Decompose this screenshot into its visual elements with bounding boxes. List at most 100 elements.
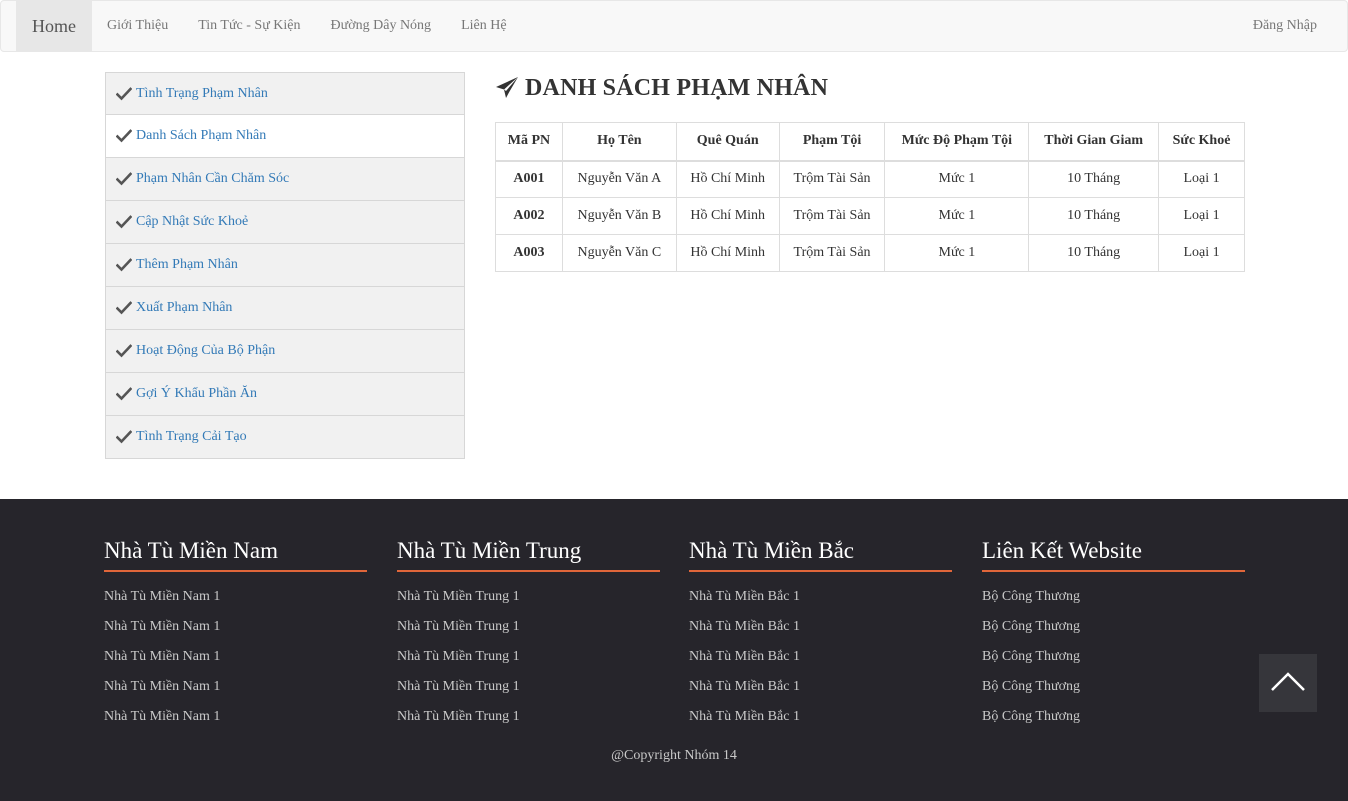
- cell-thoi-gian: 10 Tháng: [1028, 234, 1160, 272]
- footer-link-list: Nhà Tù Miền Trung 1 Nhà Tù Miền Trung 1 …: [397, 588, 660, 738]
- cell-muc-do: Mức 1: [884, 160, 1030, 198]
- back-to-top-button[interactable]: [1259, 654, 1317, 712]
- cell-ho-ten: Nguyễn Văn A: [561, 160, 677, 198]
- sidebar-item-cap-nhat-suc-khoe[interactable]: Cập Nhật Sức Khoẻ: [105, 201, 465, 244]
- check-icon: [116, 343, 132, 359]
- sidebar-item-label: Tình Trạng Cải Tạo: [136, 429, 247, 444]
- check-icon: [116, 300, 132, 316]
- cell-thoi-gian: 10 Tháng: [1028, 160, 1160, 198]
- copyright-text: @Copyright Nhóm 14: [611, 748, 737, 763]
- cell-ma-pn: A001: [495, 160, 563, 198]
- sidebar-item-label: Hoạt Động Của Bộ Phận: [136, 343, 276, 358]
- footer-link[interactable]: Bộ Công Thương: [982, 618, 1245, 648]
- footer-link[interactable]: Nhà Tù Miền Trung 1: [397, 588, 660, 618]
- sidebar-item-danh-sach-pham-nhan[interactable]: Danh Sách Phạm Nhân: [105, 115, 465, 158]
- paper-plane-icon: [495, 76, 519, 100]
- column-header-ho-ten: Họ Tên: [561, 122, 677, 162]
- cell-que-quan: Hồ Chí Minh: [675, 197, 780, 235]
- column-header-thoi-gian-giam: Thời Gian Giam: [1028, 122, 1160, 162]
- footer-link[interactable]: Nhà Tù Miền Trung 1: [397, 678, 660, 708]
- footer-link[interactable]: Nhà Tù Miền Trung 1: [397, 648, 660, 678]
- cell-pham-toi: Trộm Tài Sản: [778, 234, 886, 272]
- cell-pham-toi: Trộm Tài Sản: [778, 160, 886, 198]
- nav-item-lien-he[interactable]: Liên Hệ: [446, 1, 521, 51]
- footer-link[interactable]: Nhà Tù Miền Bắc 1: [689, 678, 952, 708]
- table-row: A002 Nguyễn Văn B Hồ Chí Minh Trộm Tài S…: [495, 197, 1245, 235]
- footer-column-title: Liên Kết Website: [982, 537, 1245, 572]
- cell-ma-pn: A002: [495, 197, 563, 235]
- sidebar-item-label: Cập Nhật Sức Khoẻ: [136, 214, 249, 229]
- footer-link[interactable]: Bộ Công Thương: [982, 648, 1245, 678]
- footer-link-list: Bộ Công Thương Bộ Công Thương Bộ Công Th…: [982, 588, 1245, 738]
- nav-item-tin-tuc[interactable]: Tin Tức - Sự Kiện: [183, 1, 315, 51]
- footer-column-mien-bac: Nhà Tù Miền Bắc Nhà Tù Miền Bắc 1 Nhà Tù…: [689, 537, 952, 738]
- footer-link[interactable]: Nhà Tù Miền Nam 1: [104, 618, 367, 648]
- sidebar-item-tinh-trang-cai-tao[interactable]: Tình Trạng Cải Tạo: [105, 416, 465, 459]
- sidebar-item-tinh-trang-pham-nhan[interactable]: Tình Trạng Phạm Nhân: [105, 72, 465, 115]
- login-link[interactable]: Đăng Nhập: [1253, 1, 1317, 51]
- sidebar-item-label: Tình Trạng Phạm Nhân: [136, 85, 268, 101]
- footer-link[interactable]: Nhà Tù Miền Bắc 1: [689, 588, 952, 618]
- check-icon: [116, 386, 132, 402]
- nav-menu: Home Giới Thiệu Tin Tức - Sự Kiện Đường …: [16, 1, 522, 51]
- footer-link[interactable]: Nhà Tù Miền Nam 1: [104, 678, 367, 708]
- check-icon: [116, 429, 132, 445]
- table-row: A001 Nguyễn Văn A Hồ Chí Minh Trộm Tài S…: [495, 160, 1245, 198]
- cell-pham-toi: Trộm Tài Sản: [778, 197, 886, 235]
- cell-suc-khoe: Loại 1: [1158, 234, 1245, 272]
- nav-item-duong-day-nong[interactable]: Đường Dây Nóng: [316, 1, 447, 51]
- sidebar-item-hoat-dong-cua-bo-phan[interactable]: Hoạt Động Của Bộ Phận: [105, 330, 465, 373]
- footer-link[interactable]: Nhà Tù Miền Bắc 1: [689, 648, 952, 678]
- sidebar-item-label: Danh Sách Phạm Nhân: [136, 128, 267, 143]
- cell-suc-khoe: Loại 1: [1158, 160, 1245, 198]
- footer-link[interactable]: Nhà Tù Miền Nam 1: [104, 648, 367, 678]
- check-icon: [116, 214, 132, 230]
- cell-ho-ten: Nguyễn Văn C: [561, 234, 677, 272]
- footer-column-lien-ket-website: Liên Kết Website Bộ Công Thương Bộ Công …: [982, 537, 1245, 738]
- check-icon: [116, 171, 132, 187]
- footer-column-title: Nhà Tù Miền Nam: [104, 537, 367, 572]
- column-header-que-quan: Quê Quán: [675, 122, 780, 162]
- column-header-ma-pn: Mã PN: [495, 122, 563, 162]
- footer-link[interactable]: Nhà Tù Miền Bắc 1: [689, 618, 952, 648]
- column-header-muc-do-pham-toi: Mức Độ Phạm Tội: [884, 122, 1030, 162]
- sidebar-item-label: Xuất Phạm Nhân: [136, 300, 233, 315]
- sidebar-item-pham-nhan-can-cham-soc[interactable]: Phạm Nhân Cần Chăm Sóc: [105, 158, 465, 201]
- chevron-up-icon: [1270, 670, 1306, 697]
- cell-muc-do: Mức 1: [884, 234, 1030, 272]
- footer-column-mien-nam: Nhà Tù Miền Nam Nhà Tù Miền Nam 1 Nhà Tù…: [104, 537, 367, 738]
- check-icon: [116, 257, 132, 273]
- table-header-row: Mã PN Họ Tên Quê Quán Phạm Tội Mức Độ Ph…: [495, 122, 1245, 162]
- footer-column-title: Nhà Tù Miền Trung: [397, 537, 660, 572]
- prisoner-table: Mã PN Họ Tên Quê Quán Phạm Tội Mức Độ Ph…: [495, 122, 1245, 272]
- footer-link[interactable]: Nhà Tù Miền Bắc 1: [689, 708, 952, 738]
- cell-ma-pn: A003: [495, 234, 563, 272]
- footer-link-list: Nhà Tù Miền Nam 1 Nhà Tù Miền Nam 1 Nhà …: [104, 588, 367, 738]
- nav-home-link[interactable]: Home: [16, 1, 92, 51]
- footer: Nhà Tù Miền Nam Nhà Tù Miền Nam 1 Nhà Tù…: [0, 499, 1348, 801]
- page-title-text: DANH SÁCH PHẠM NHÂN: [525, 74, 829, 101]
- footer-link[interactable]: Nhà Tù Miền Trung 1: [397, 618, 660, 648]
- main-content: DANH SÁCH PHẠM NHÂN Mã PN Họ Tên Quê Quá…: [495, 72, 1245, 272]
- footer-link[interactable]: Bộ Công Thương: [982, 588, 1245, 618]
- sidebar-item-xuat-pham-nhan[interactable]: Xuất Phạm Nhân: [105, 287, 465, 330]
- footer-link[interactable]: Nhà Tù Miền Trung 1: [397, 708, 660, 738]
- sidebar-item-goi-y-khau-phan-an[interactable]: Gợi Ý Khẩu Phần Ăn: [105, 373, 465, 416]
- cell-ho-ten: Nguyễn Văn B: [561, 197, 677, 235]
- sidebar-item-label: Phạm Nhân Cần Chăm Sóc: [136, 171, 290, 186]
- check-icon: [116, 128, 132, 144]
- footer-link[interactable]: Nhà Tù Miền Nam 1: [104, 588, 367, 618]
- cell-thoi-gian: 10 Tháng: [1028, 197, 1160, 235]
- footer-link-list: Nhà Tù Miền Bắc 1 Nhà Tù Miền Bắc 1 Nhà …: [689, 588, 952, 738]
- cell-que-quan: Hồ Chí Minh: [675, 234, 780, 272]
- sidebar-item-them-pham-nhan[interactable]: Thêm Phạm Nhân: [105, 244, 465, 287]
- footer-link[interactable]: Bộ Công Thương: [982, 708, 1245, 738]
- cell-suc-khoe: Loại 1: [1158, 197, 1245, 235]
- footer-link[interactable]: Bộ Công Thương: [982, 678, 1245, 708]
- check-icon: [116, 86, 132, 102]
- cell-que-quan: Hồ Chí Minh: [675, 160, 780, 198]
- footer-link[interactable]: Nhà Tù Miền Nam 1: [104, 708, 367, 738]
- column-header-pham-toi: Phạm Tội: [778, 122, 886, 162]
- sidebar-item-label: Gợi Ý Khẩu Phần Ăn: [136, 386, 257, 401]
- nav-item-gioi-thieu[interactable]: Giới Thiệu: [92, 1, 183, 51]
